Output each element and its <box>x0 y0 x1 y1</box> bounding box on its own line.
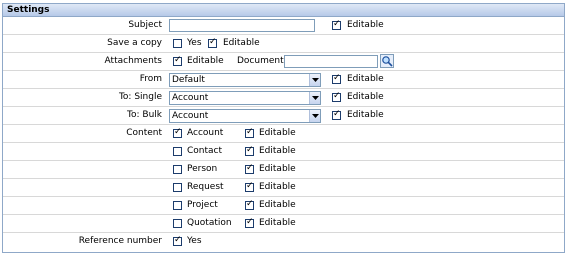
row-save-copy: Save a copy ✓ Yes ✓ Editable <box>3 35 564 53</box>
content-item-editable-checkbox[interactable]: ✓ <box>245 199 254 210</box>
from-editable-checkbox[interactable]: ✓ <box>332 73 341 84</box>
from-select[interactable]: Default <box>169 73 321 87</box>
to-bulk-editable-checkbox[interactable]: ✓ <box>332 109 341 120</box>
attachments-editable-label: Editable <box>187 56 224 66</box>
save-copy-editable-label: Editable <box>223 38 260 48</box>
chevron-down-icon[interactable] <box>309 92 320 104</box>
row-to-single: To: Single Account ✓ Editable <box>3 89 564 107</box>
reference-number-label: Reference number <box>78 236 162 246</box>
content-item-checkbox[interactable]: ✓ <box>173 201 182 210</box>
from-select-value: Default <box>172 75 205 85</box>
content-item-editable-label: Editable <box>259 164 296 174</box>
attachments-label: Attachments <box>104 56 162 66</box>
to-bulk-editable-label: Editable <box>347 110 384 120</box>
content-item-editable-label: Editable <box>259 146 296 156</box>
content-item-label: Person <box>187 164 218 174</box>
row-content-item: ✓ Quotation ✓ Editable <box>3 215 564 233</box>
content-item-checkbox[interactable]: ✓ <box>173 147 182 156</box>
attachments-editable-checkbox[interactable]: ✓ <box>173 55 182 66</box>
content-item-checkbox[interactable]: ✓ <box>173 127 182 138</box>
row-content: Content ✓ Account ✓ Editable <box>3 125 564 143</box>
content-item-label: Project <box>187 200 218 210</box>
content-item-editable-checkbox[interactable]: ✓ <box>245 145 254 156</box>
to-bulk-select[interactable]: Account <box>169 109 321 123</box>
subject-editable-checkbox[interactable]: ✓ <box>332 19 341 30</box>
from-editable-label: Editable <box>347 74 384 84</box>
reference-yes-label: Yes <box>187 236 202 246</box>
row-content-item: ✓ Project ✓ Editable <box>3 197 564 215</box>
row-content-item: ✓ Contact ✓ Editable <box>3 143 564 161</box>
content-item-editable-checkbox[interactable]: ✓ <box>245 127 254 138</box>
to-bulk-label: To: Bulk <box>127 110 162 120</box>
save-copy-label: Save a copy <box>107 38 162 48</box>
content-item-label: Quotation <box>187 218 232 228</box>
content-item-editable-label: Editable <box>259 182 296 192</box>
content-item-label: Request <box>187 182 224 192</box>
from-label: From <box>139 74 162 84</box>
row-to-bulk: To: Bulk Account ✓ Editable <box>3 107 564 125</box>
content-item-checkbox[interactable]: ✓ <box>173 165 182 174</box>
chevron-down-icon[interactable] <box>309 110 320 122</box>
subject-label: Subject <box>128 20 162 30</box>
save-copy-yes-label: Yes <box>187 38 202 48</box>
to-single-select[interactable]: Account <box>169 91 321 105</box>
to-single-label: To: Single <box>118 92 162 102</box>
to-single-editable-label: Editable <box>347 92 384 102</box>
content-item-editable-checkbox[interactable]: ✓ <box>245 163 254 174</box>
subject-input[interactable] <box>169 19 315 32</box>
magnifier-icon[interactable] <box>380 54 394 68</box>
panel-title: Settings <box>3 4 564 17</box>
to-single-select-value: Account <box>172 93 209 103</box>
row-from: From Default ✓ Editable <box>3 71 564 89</box>
reference-yes-checkbox[interactable]: ✓ <box>173 235 182 246</box>
chevron-down-icon[interactable] <box>309 74 320 86</box>
row-content-item: ✓ Person ✓ Editable <box>3 161 564 179</box>
content-item-editable-label: Editable <box>259 200 296 210</box>
to-single-editable-checkbox[interactable]: ✓ <box>332 91 341 102</box>
content-item-editable-label: Editable <box>259 128 296 138</box>
content-item-checkbox[interactable]: ✓ <box>173 183 182 192</box>
save-copy-yes-checkbox[interactable]: ✓ <box>173 39 182 48</box>
content-item-checkbox[interactable]: ✓ <box>173 219 182 228</box>
content-item-label: Contact <box>187 146 223 156</box>
subject-editable-label: Editable <box>347 20 384 30</box>
document-label: Document <box>237 56 284 66</box>
content-item-label: Account <box>187 128 224 138</box>
content-label: Content <box>126 128 162 138</box>
row-reference-number: Reference number ✓ Yes <box>3 233 564 251</box>
to-bulk-select-value: Account <box>172 111 209 121</box>
row-subject: Subject ✓ Editable <box>3 17 564 35</box>
save-copy-editable-checkbox[interactable]: ✓ <box>208 37 217 48</box>
settings-panel: Settings Subject ✓ Editable Save a copy … <box>2 3 565 253</box>
content-item-editable-label: Editable <box>259 218 296 228</box>
document-input[interactable] <box>284 55 378 68</box>
content-item-editable-checkbox[interactable]: ✓ <box>245 181 254 192</box>
row-content-item: ✓ Request ✓ Editable <box>3 179 564 197</box>
content-item-editable-checkbox[interactable]: ✓ <box>245 217 254 228</box>
row-attachments: Attachments ✓ Editable Document <box>3 53 564 71</box>
